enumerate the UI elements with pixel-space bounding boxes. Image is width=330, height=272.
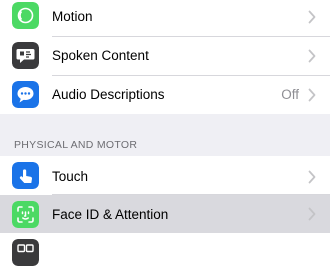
motion-label: Motion <box>52 9 93 24</box>
settings-group-physical-motor: Touch Face ID & Attention <box>0 156 330 272</box>
settings-group-vision: Motion Spoken Content Audio Descriptions… <box>0 0 330 114</box>
section-header-physical-motor: PHYSICAL AND MOTOR <box>14 139 138 151</box>
chevron-right-icon <box>308 170 316 184</box>
settings-row-partial[interactable] <box>0 234 330 272</box>
audio-descriptions-icon <box>12 81 39 108</box>
face-id-attention-label: Face ID & Attention <box>52 207 169 222</box>
settings-row-motion[interactable]: Motion <box>0 0 330 36</box>
spoken-content-icon <box>12 42 39 69</box>
chevron-right-icon <box>308 88 316 102</box>
chevron-right-icon <box>308 207 316 221</box>
touch-label: Touch <box>52 169 89 184</box>
motion-icon <box>12 2 39 29</box>
chevron-right-icon <box>308 49 316 63</box>
settings-row-spoken-content[interactable]: Spoken Content <box>0 37 330 75</box>
audio-descriptions-label: Audio Descriptions <box>52 87 165 102</box>
settings-row-audio-descriptions[interactable]: Audio Descriptions Off <box>0 76 330 114</box>
spoken-content-label: Spoken Content <box>52 48 149 63</box>
chevron-right-icon <box>308 10 316 24</box>
face-id-icon <box>12 201 39 228</box>
settings-row-face-id-attention[interactable]: Face ID & Attention <box>0 195 330 233</box>
switch-control-icon <box>12 239 39 266</box>
touch-icon <box>12 162 39 189</box>
audio-descriptions-value: Off <box>281 87 299 102</box>
settings-row-touch[interactable]: Touch <box>0 156 330 194</box>
